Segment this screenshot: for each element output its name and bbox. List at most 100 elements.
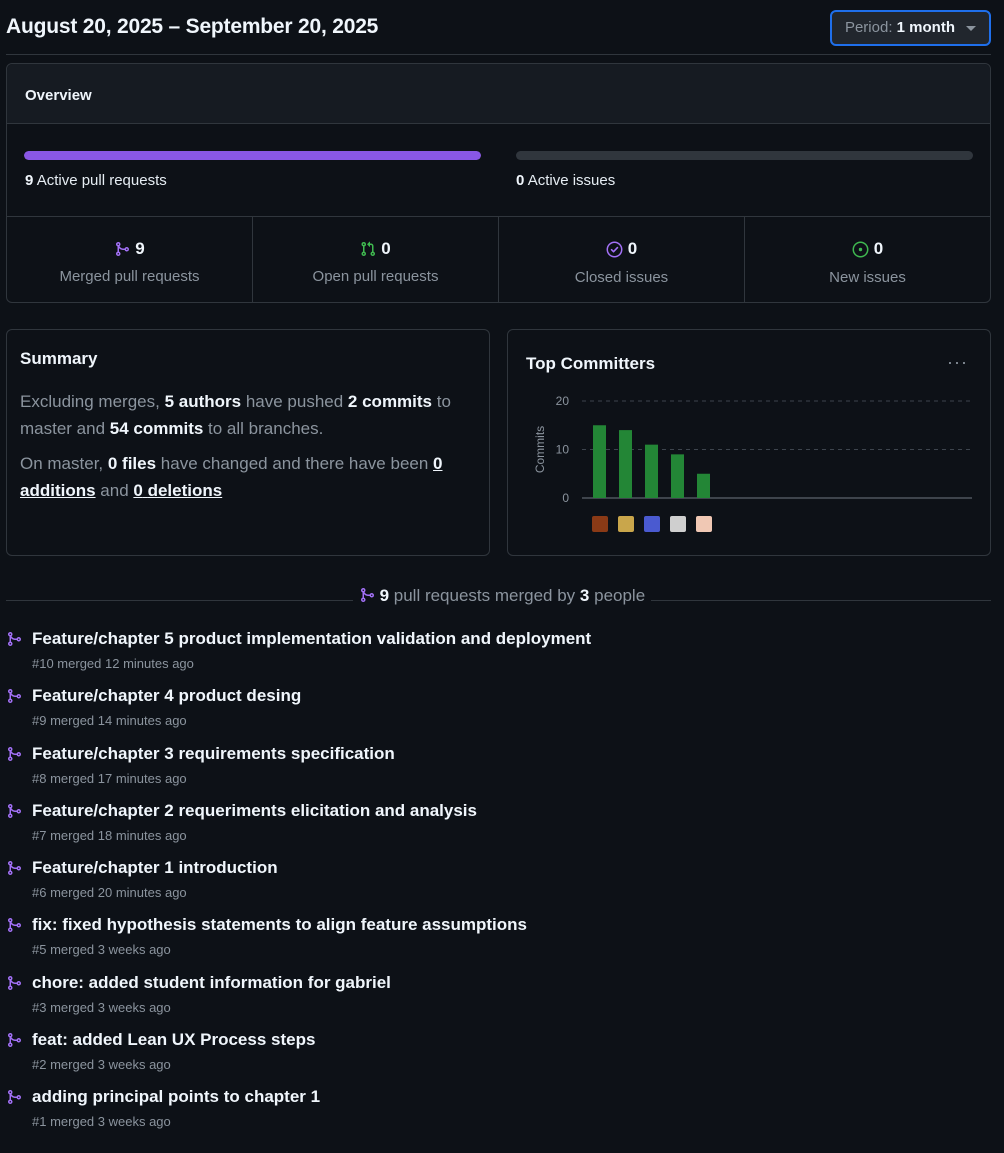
activity-bars: 9 Active pull requests 0 Active issues [7, 124, 990, 217]
git-merge-icon [8, 632, 22, 646]
period-value: 1 month [896, 19, 955, 36]
pr-list-item: Feature/chapter 4 product desing #9 merge… [6, 685, 986, 742]
additions-count: 0 [433, 454, 443, 473]
pr-list-item: Feature/chapter 5 product implementation… [6, 628, 986, 685]
summary-text: have pushed [241, 392, 348, 411]
stat-closed-issues[interactable]: 0 Closed issues [499, 217, 745, 302]
deletions-link[interactable]: 0 deletions [133, 481, 222, 500]
active-prs-text: Active pull requests [36, 172, 167, 189]
git-merge-icon [8, 861, 22, 876]
committer-avatar[interactable] [592, 516, 608, 532]
open-prs-label: Open pull requests [312, 268, 439, 285]
active-issues-text: Active issues [527, 172, 616, 189]
issue-opened-icon [852, 241, 869, 257]
pr-title-link[interactable]: Feature/chapter 4 product desing [32, 686, 301, 706]
pr-list-item: fix: fixed hypothesis statements to alig… [6, 914, 986, 971]
overview-title: Overview [25, 87, 92, 104]
git-merge-icon [8, 975, 22, 990]
summary-changes-text: On master, 0 files have changed and ther… [20, 450, 470, 504]
committer-avatar[interactable] [644, 516, 660, 532]
git-merge-icon [8, 746, 22, 761]
date-range-title: August 20, 2025 – September 20, 2025 [6, 15, 379, 38]
pr-title-link[interactable]: Feature/chapter 1 introduction [32, 858, 278, 878]
pr-meta: #9 merged 14 minutes ago [32, 713, 187, 729]
pr-meta: #10 merged 12 minutes ago [32, 656, 194, 671]
pr-meta: #2 merged 3 weeks ago [32, 1057, 171, 1073]
merged-summary: 9 pull requests merged by 3 people [0, 586, 1004, 606]
git-merge-icon [8, 1033, 22, 1048]
period-header: August 20, 2025 – September 20, 2025 Per… [6, 10, 991, 55]
closed-issues-value: 0 [627, 239, 638, 258]
pr-list-item: Feature/chapter 2 requeriments elicitati… [6, 800, 986, 857]
summary-commits-text: Excluding merges, 5 authors have pushed … [20, 388, 470, 442]
all-branches-commits-count: 54 commits [109, 419, 204, 438]
pr-title-link[interactable]: Feature/chapter 3 requirements specifica… [32, 744, 395, 764]
summary-text: have changed and there have been [156, 454, 434, 473]
y-tick-label: 10 [556, 443, 570, 457]
git-merge-icon [116, 242, 130, 256]
pr-list-item: feat: added Lean UX Process steps #2 merg… [6, 1029, 986, 1086]
new-issues-label: New issues [829, 268, 906, 286]
git-merge-icon [360, 588, 374, 602]
git-pull-request-icon [361, 241, 376, 257]
active-issues-bar[interactable] [516, 151, 973, 160]
pr-title-link[interactable]: fix: fixed hypothesis statements to alig… [32, 915, 527, 935]
bar [697, 473, 710, 498]
pr-title-link[interactable]: chore: added student information for gab… [32, 973, 391, 993]
top-committers-panel: Top Committers ··· 0 10 20 Commits [507, 329, 991, 556]
summary-panel: Summary Excluding merges, 5 authors have… [6, 329, 490, 556]
overview-stats: 9 Merged pull requests 0 Open pull reque… [7, 217, 990, 302]
deletions-count: 0 [133, 481, 143, 500]
committer-avatar[interactable] [670, 516, 686, 532]
files-changed-count: 0 files [107, 454, 157, 473]
pr-meta: #6 merged 20 minutes ago [32, 885, 187, 901]
pr-title-link[interactable]: Feature/chapter 2 requeriments elicitati… [32, 801, 477, 821]
y-axis-label: Commits [533, 426, 547, 473]
pr-title-link[interactable]: feat: added Lean UX Process steps [32, 1030, 315, 1050]
merged-prs-value: 9 [135, 239, 145, 258]
git-merge-icon [8, 918, 22, 933]
committers-chart: 0 10 20 Commits [533, 394, 972, 532]
open-prs-value: 0 [381, 239, 391, 258]
stat-new-issues[interactable]: 0 New issues [745, 217, 990, 302]
bar [645, 444, 658, 498]
git-merge-icon [8, 803, 22, 818]
new-issues-value: 0 [873, 239, 884, 258]
summary-text: to all branches. [203, 419, 324, 438]
summary-title: Summary [20, 349, 98, 368]
pr-list-item: chore: added student information for gab… [6, 972, 986, 1029]
overview-panel: Overview 9 Active pull requests 0 Active… [6, 63, 991, 303]
y-tick-label: 0 [562, 491, 569, 505]
pr-list-item: Feature/chapter 1 introduction #6 merged … [6, 857, 986, 914]
pr-meta: #1 merged 3 weeks ago [32, 1114, 171, 1130]
period-dropdown[interactable]: Period: 1 month [829, 10, 991, 46]
active-prs-label[interactable]: 9 Active pull requests [25, 172, 167, 189]
merged-text-tail: people [589, 586, 646, 605]
active-prs-bar-fill [24, 151, 481, 160]
active-issues-label[interactable]: 0 Active issues [516, 172, 615, 189]
active-prs-bar[interactable] [24, 151, 481, 160]
pr-list-item: Feature/chapter 3 requirements specifica… [6, 743, 986, 800]
additions-label: additions [20, 481, 96, 500]
bar [619, 430, 632, 498]
pr-list-item: adding principal points to chapter 1 #1 m… [6, 1086, 986, 1143]
stat-open-prs[interactable]: 0 Open pull requests [253, 217, 499, 302]
pr-title-link[interactable]: Feature/chapter 5 product implementation… [32, 629, 591, 649]
active-issues-count: 0 [516, 172, 525, 189]
committer-avatar[interactable] [618, 516, 634, 532]
merged-count: 9 [379, 586, 390, 605]
stat-merged-prs[interactable]: 9 Merged pull requests [7, 217, 253, 302]
summary-text: and [95, 481, 134, 500]
active-prs-count: 9 [25, 172, 34, 189]
committer-avatar[interactable] [696, 516, 712, 532]
y-tick-label: 20 [556, 394, 570, 408]
overview-header: Overview [7, 64, 990, 124]
pr-meta: #5 merged 3 weeks ago [32, 942, 171, 958]
caret-down-icon [966, 26, 976, 31]
master-commits-count: 2 commits [347, 392, 433, 411]
pr-title-link[interactable]: adding principal points to chapter 1 [32, 1087, 320, 1107]
pr-meta: #7 merged 18 minutes ago [32, 827, 187, 843]
summary-text: On master, [20, 454, 108, 473]
summary-text: Excluding merges, [20, 392, 165, 411]
git-merge-icon [8, 1090, 22, 1105]
